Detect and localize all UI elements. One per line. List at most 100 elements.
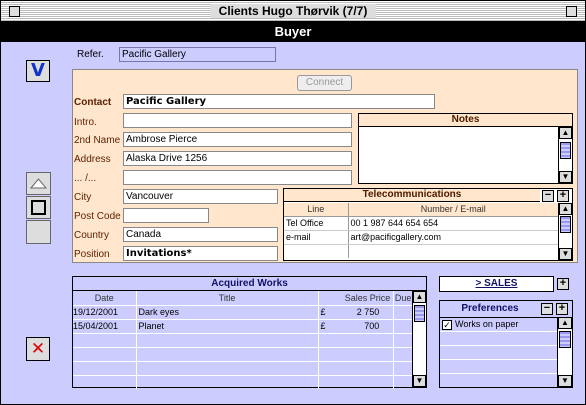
- close-box-icon[interactable]: [9, 6, 20, 17]
- work-currency-cell: £: [318, 319, 336, 334]
- address2-field[interactable]: [123, 170, 352, 185]
- work-date-cell: 15/04/2001: [73, 319, 137, 334]
- previous-record-button[interactable]: [26, 172, 51, 195]
- preferences-remove-button[interactable]: −: [541, 303, 553, 315]
- preferences-add-button[interactable]: +: [556, 303, 568, 315]
- contact-field[interactable]: Pacific Gallery: [123, 94, 435, 109]
- telecom-empty-cell: [348, 244, 558, 258]
- telecom-row[interactable]: e-mail art@pacificgallery.com: [284, 230, 558, 245]
- empty-cell: [318, 347, 395, 362]
- telecom-number-cell: 00 1 987 644 654 654: [348, 216, 558, 231]
- table-row[interactable]: 19/12/2001 Dark eyes £ 2 750: [73, 305, 412, 320]
- telecom-table: Line Number / E-mail Tel Office 00 1 987…: [284, 203, 558, 260]
- square-icon: [31, 200, 46, 215]
- col-due-header: Due: [393, 291, 412, 306]
- work-price-cell: 2 750: [336, 305, 395, 320]
- telecom-row[interactable]: Tel Office 00 1 987 644 654 654: [284, 216, 558, 231]
- sales-add-button[interactable]: +: [557, 278, 569, 290]
- table-row[interactable]: [73, 375, 412, 389]
- position-field[interactable]: Invitations*: [123, 246, 278, 261]
- city-field[interactable]: Vancouver: [123, 189, 278, 204]
- table-row[interactable]: [73, 347, 412, 362]
- telecom-empty-cell: [284, 244, 349, 258]
- scroll-thumb[interactable]: [559, 331, 571, 348]
- empty-cell: [136, 375, 319, 389]
- works-panel: Acquired Works Date Title Sales Price Du…: [72, 276, 427, 389]
- connect-button[interactable]: Connect: [297, 75, 352, 91]
- page-title: Buyer: [1, 22, 585, 42]
- table-row[interactable]: 15/04/2001 Planet £ 700: [73, 319, 412, 334]
- address2-label: ... /...: [74, 173, 97, 184]
- scroll-up-icon[interactable]: ▲: [558, 317, 572, 329]
- checkbox-icon[interactable]: ✓: [442, 320, 452, 330]
- country-field[interactable]: Canada: [123, 227, 278, 242]
- country-label: Country: [74, 230, 110, 241]
- address-field[interactable]: Alaska Drive 1256: [123, 151, 352, 166]
- empty-cell: [136, 361, 319, 376]
- connect-label: Connect: [305, 77, 344, 88]
- table-row[interactable]: [73, 361, 412, 376]
- telecom-add-button[interactable]: +: [557, 190, 569, 202]
- scroll-thumb[interactable]: [560, 216, 571, 233]
- work-title-cell: Planet: [136, 319, 319, 334]
- work-date-cell: 19/12/2001: [73, 305, 137, 320]
- scroll-down-icon[interactable]: ▼: [559, 171, 572, 183]
- work-price-cell: 700: [336, 319, 395, 334]
- col-price-header: Sales Price: [318, 291, 395, 306]
- title-bar[interactable]: Clients Hugo Thørvik (7/7): [1, 1, 585, 22]
- works-scrollbar[interactable]: ▲ ▼: [412, 291, 426, 387]
- intro-label: Intro.: [74, 117, 97, 128]
- cancel-button[interactable]: ✕: [26, 337, 50, 361]
- empty-cell: [73, 361, 137, 376]
- refer-field[interactable]: Pacific Gallery: [119, 47, 276, 62]
- table-row[interactable]: [73, 333, 412, 348]
- work-due-cell: [393, 319, 412, 334]
- col-line-header: Line: [284, 203, 349, 217]
- second-name-field[interactable]: Ambrose Pierce: [123, 132, 352, 147]
- sales-button[interactable]: > SALES: [439, 276, 554, 292]
- up-triangle-icon: [29, 178, 48, 189]
- scroll-down-icon[interactable]: ▼: [413, 375, 426, 387]
- notes-panel: Notes ▲ ▼: [358, 113, 573, 184]
- notes-text-area[interactable]: [359, 127, 558, 183]
- list-item[interactable]: [440, 332, 557, 346]
- current-record-button[interactable]: [26, 196, 51, 219]
- preferences-scrollbar[interactable]: ▲ ▼: [557, 317, 572, 387]
- col-date-header: Date: [73, 291, 137, 306]
- telecom-row[interactable]: [284, 244, 558, 258]
- scroll-down-icon[interactable]: ▼: [559, 248, 572, 260]
- empty-cell: [318, 361, 395, 376]
- telecom-title: Telecommunications: [284, 189, 540, 202]
- zoom-box-icon[interactable]: [566, 6, 577, 17]
- telecom-scrollbar[interactable]: ▲ ▼: [558, 203, 572, 260]
- intro-field[interactable]: [123, 113, 352, 128]
- empty-cell: [318, 375, 395, 389]
- next-record-button[interactable]: [26, 220, 51, 244]
- telecom-remove-button[interactable]: −: [542, 190, 554, 202]
- col-number-header: Number / E-mail: [348, 203, 558, 217]
- postcode-field[interactable]: [123, 208, 209, 223]
- validate-icon: V: [31, 60, 45, 81]
- list-item[interactable]: ✓ Works on paper: [440, 318, 557, 332]
- work-title-cell: Dark eyes: [136, 305, 319, 320]
- sales-label: > SALES: [475, 278, 518, 289]
- empty-cell: [394, 375, 412, 389]
- empty-cell: [393, 347, 412, 362]
- empty-cell: [318, 333, 395, 348]
- notes-scrollbar[interactable]: ▲ ▼: [558, 127, 572, 183]
- list-item[interactable]: [440, 346, 557, 360]
- scroll-up-icon[interactable]: ▲: [559, 203, 572, 215]
- list-item[interactable]: [440, 360, 557, 374]
- position-label: Position: [74, 249, 110, 260]
- scroll-down-icon[interactable]: ▼: [558, 375, 572, 387]
- scroll-thumb[interactable]: [414, 305, 425, 322]
- validate-button[interactable]: V: [26, 60, 50, 82]
- scroll-up-icon[interactable]: ▲: [413, 291, 426, 303]
- telecom-line-cell: Tel Office: [284, 216, 349, 231]
- scroll-thumb[interactable]: [560, 142, 571, 159]
- empty-cell: [393, 361, 412, 376]
- scroll-up-icon[interactable]: ▲: [559, 127, 572, 139]
- empty-cell: [393, 333, 412, 348]
- col-title-header: Title: [136, 291, 319, 306]
- preferences-title: Preferences: [461, 303, 519, 314]
